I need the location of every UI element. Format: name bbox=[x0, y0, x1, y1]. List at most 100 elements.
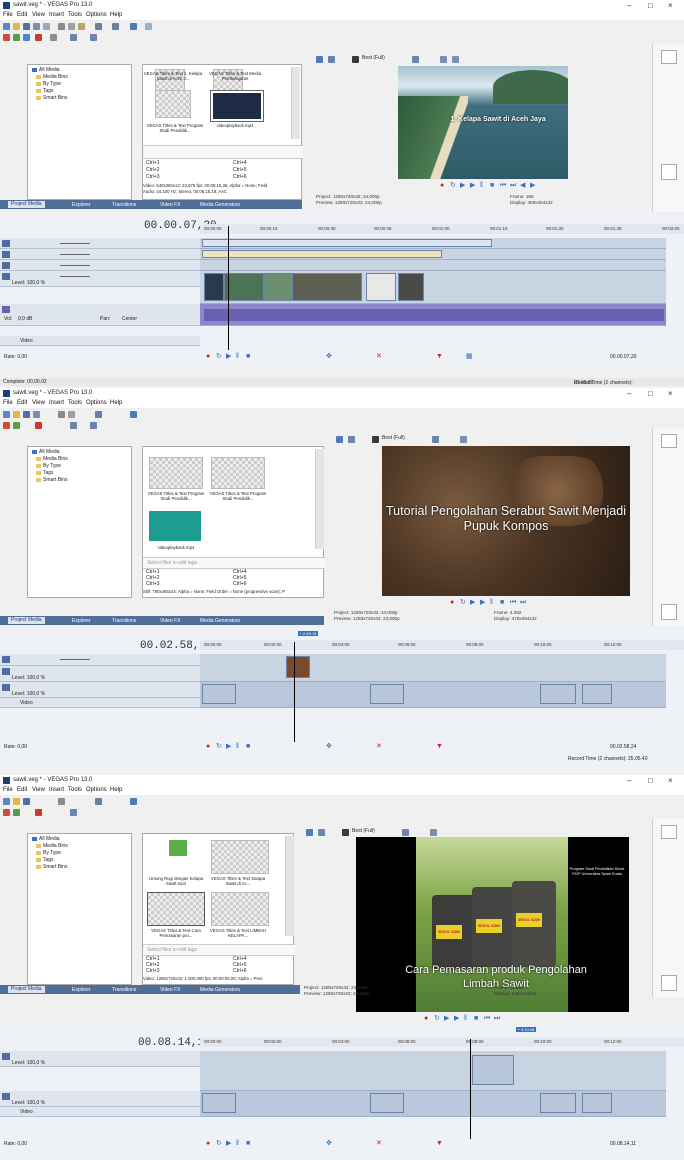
tab-transitions[interactable]: Transitions bbox=[112, 987, 136, 993]
record-icon[interactable]: ● bbox=[450, 599, 454, 607]
loop-icon[interactable]: ↻ bbox=[460, 599, 466, 607]
tab-explorer[interactable]: Explorer bbox=[72, 202, 91, 208]
videoplayback-thumb[interactable] bbox=[210, 90, 264, 122]
media-scrollbar[interactable] bbox=[315, 449, 324, 549]
auto-preview-icon[interactable] bbox=[70, 34, 77, 41]
playhead-cursor[interactable] bbox=[470, 1039, 471, 1139]
open-icon[interactable] bbox=[13, 798, 20, 805]
next-frame-icon[interactable]: ▶ bbox=[530, 182, 535, 190]
whats-this-icon[interactable] bbox=[145, 23, 152, 30]
video-lane[interactable] bbox=[200, 271, 666, 304]
track-header[interactable]: Level: 100,0 % bbox=[0, 271, 200, 287]
loop-region-label[interactable]: + 2.59.10 bbox=[298, 631, 318, 636]
delete-icon[interactable]: ✕ bbox=[376, 352, 382, 361]
cut-icon[interactable] bbox=[58, 23, 65, 30]
remove-media-icon[interactable] bbox=[35, 422, 42, 429]
video-bus-header[interactable]: Video bbox=[0, 336, 200, 346]
undo-icon[interactable] bbox=[95, 411, 102, 418]
prev-icon[interactable]: ⏮ bbox=[500, 182, 506, 190]
tab-project-media[interactable]: Project Media bbox=[8, 986, 45, 993]
video-clip[interactable] bbox=[540, 684, 576, 704]
prev-frame-icon[interactable]: ◀ bbox=[520, 182, 525, 190]
loop-icon[interactable]: ↻ bbox=[434, 1015, 440, 1023]
menu-edit[interactable]: Edit bbox=[17, 12, 27, 18]
next-icon[interactable]: ⏭ bbox=[520, 599, 526, 607]
track-lane[interactable] bbox=[200, 249, 666, 260]
tree-tags[interactable]: Tags bbox=[36, 857, 54, 863]
save-icon[interactable] bbox=[23, 23, 30, 30]
record-icon[interactable]: ● bbox=[206, 1139, 210, 1148]
video-lane[interactable] bbox=[200, 682, 666, 708]
normal-edit-icon[interactable]: ✥ bbox=[326, 742, 332, 751]
preview-quality-select[interactable]: Best (Full) bbox=[362, 55, 385, 61]
normal-edit-icon[interactable]: ✥ bbox=[326, 1139, 332, 1148]
menu-view[interactable]: View bbox=[32, 12, 45, 18]
timeline-ruler[interactable]: 00:00:00 00:02:00 00:04:00 00:06:00 00:0… bbox=[200, 640, 684, 650]
mp4-file-icon[interactable] bbox=[169, 840, 187, 856]
play-icon[interactable]: ▶ bbox=[470, 182, 475, 190]
record-icon[interactable]: ● bbox=[440, 182, 444, 190]
media-thumb[interactable] bbox=[155, 90, 191, 118]
enable-snapping-icon[interactable] bbox=[130, 23, 137, 30]
video-clip[interactable] bbox=[366, 273, 396, 301]
loop-icon[interactable]: ↻ bbox=[450, 182, 456, 190]
menu-help[interactable]: Help bbox=[110, 787, 122, 793]
views-icon[interactable] bbox=[90, 34, 97, 41]
menu-file[interactable]: File bbox=[3, 12, 13, 18]
capture-icon[interactable] bbox=[13, 34, 20, 41]
import-media-icon[interactable] bbox=[3, 34, 10, 41]
properties-icon[interactable] bbox=[33, 411, 40, 418]
video-clip[interactable] bbox=[204, 273, 224, 301]
marker-icon[interactable]: ▼ bbox=[436, 352, 443, 361]
stop-icon[interactable]: ■ bbox=[246, 1139, 250, 1148]
copy-snapshot-icon[interactable] bbox=[430, 829, 437, 836]
marker-icon[interactable]: ▼ bbox=[436, 1139, 443, 1148]
tab-video-fx[interactable]: Video FX bbox=[160, 987, 180, 993]
menu-options[interactable]: Options bbox=[86, 787, 107, 793]
timeline-ruler[interactable]: 00:00:00 00:02:00 00:04:00 00:06:00 00:0… bbox=[200, 1037, 684, 1047]
tab-media-generators[interactable]: Media Generators bbox=[200, 618, 240, 624]
tree-by-type[interactable]: By Type bbox=[36, 81, 61, 87]
record-icon[interactable]: ● bbox=[206, 352, 210, 361]
media-scrollbar[interactable] bbox=[285, 836, 294, 936]
track-header[interactable] bbox=[0, 654, 200, 666]
tree-all-media[interactable]: All Media bbox=[32, 836, 60, 842]
menu-view[interactable]: View bbox=[32, 787, 45, 793]
tree-smart-bins[interactable]: Smart Bins bbox=[36, 95, 67, 101]
new-project-icon[interactable] bbox=[3, 798, 10, 805]
track-lane[interactable] bbox=[200, 260, 666, 271]
play-icon[interactable]: ▶ bbox=[226, 352, 231, 361]
media-thumb[interactable] bbox=[211, 892, 269, 926]
video-clip[interactable] bbox=[540, 1093, 576, 1113]
properties-icon[interactable] bbox=[33, 23, 40, 30]
paste-icon[interactable] bbox=[78, 23, 85, 30]
tree-smart-bins[interactable]: Smart Bins bbox=[36, 477, 67, 483]
track-header[interactable]: Level: 100,0 % bbox=[0, 1051, 200, 1067]
external-monitor-icon[interactable] bbox=[328, 56, 335, 63]
tree-media-bins[interactable]: Media Bins bbox=[36, 843, 68, 849]
close-icon[interactable]: × bbox=[668, 1, 673, 10]
master-meter[interactable] bbox=[661, 164, 677, 180]
text-clip[interactable] bbox=[202, 250, 442, 258]
video-bus-header[interactable]: Video bbox=[0, 698, 200, 708]
tab-project-media[interactable]: Project Media bbox=[8, 201, 45, 208]
audio-track-header[interactable]: Vol: 0,0 dB Pan: Center bbox=[0, 304, 200, 326]
tree-by-type[interactable]: By Type bbox=[36, 463, 61, 469]
auto-preview-icon[interactable] bbox=[70, 422, 77, 429]
tree-media-bins[interactable]: Media Bins bbox=[36, 456, 68, 462]
track-header[interactable] bbox=[0, 238, 200, 249]
menu-tools[interactable]: Tools bbox=[68, 400, 82, 406]
preview-quality-select[interactable]: Best (Full) bbox=[382, 435, 405, 441]
stop-icon[interactable]: ■ bbox=[490, 182, 494, 190]
menu-file[interactable]: File bbox=[3, 787, 13, 793]
playhead-cursor[interactable] bbox=[228, 226, 229, 350]
copy-icon[interactable] bbox=[68, 411, 75, 418]
media-thumb[interactable] bbox=[211, 457, 265, 489]
audio-lane[interactable] bbox=[200, 304, 666, 326]
stop-icon[interactable]: ■ bbox=[500, 599, 504, 607]
media-thumb[interactable] bbox=[211, 840, 269, 874]
remove-media-icon[interactable] bbox=[35, 34, 42, 41]
video-clip[interactable] bbox=[582, 684, 612, 704]
close-icon[interactable]: × bbox=[668, 389, 673, 398]
tab-transitions[interactable]: Transitions bbox=[112, 202, 136, 208]
